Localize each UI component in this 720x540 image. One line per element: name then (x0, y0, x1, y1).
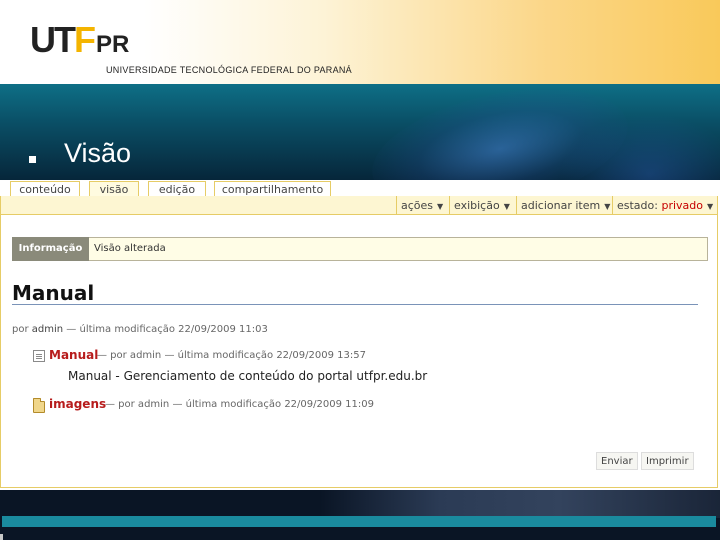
tab-edicao[interactable]: edição (148, 181, 206, 196)
byline-modified: — última modificação 22/09/2009 11:03 (66, 324, 268, 335)
estado-label: estado: (617, 199, 658, 212)
corner-mark (0, 534, 3, 540)
logo-f: F (74, 19, 96, 60)
author-link[interactable]: admin (32, 324, 63, 335)
tab-visao[interactable]: visão (89, 181, 139, 196)
adicionar-item-menu[interactable]: adicionar item ▼ (521, 199, 610, 213)
action-separator (516, 196, 517, 214)
chevron-down-icon: ▼ (503, 202, 510, 211)
info-label: Informação (12, 237, 89, 261)
info-message: Visão alterada (94, 243, 166, 254)
action-separator (396, 196, 397, 214)
university-name: UNIVERSIDADE TECNOLÓGICA FEDERAL DO PARA… (106, 65, 352, 75)
title-divider (12, 304, 698, 305)
action-separator (612, 196, 613, 214)
tab-compartilhamento[interactable]: compartilhamento (214, 181, 331, 196)
exibicao-label: exibição (454, 199, 500, 212)
page-icon (33, 350, 45, 362)
slide-title: Visão (64, 138, 132, 168)
acoes-menu[interactable]: ações ▼ (401, 199, 443, 213)
utfpr-logo[interactable]: UTFPR (30, 22, 129, 58)
adicionar-label: adicionar item (521, 199, 601, 212)
action-separator (449, 196, 450, 214)
chevron-down-icon: ▼ (437, 202, 444, 211)
bullet-icon (29, 156, 36, 163)
footer-stripe (2, 516, 716, 527)
tab-conteudo[interactable]: conteúdo (10, 181, 80, 196)
item-meta: — por admin — última modificação 22/09/2… (97, 350, 366, 361)
item-link-imagens[interactable]: imagens (49, 397, 106, 411)
footer-band (0, 490, 720, 540)
document-byline: por admin — última modificação 22/09/200… (12, 324, 268, 336)
estado-value: privado (661, 199, 704, 212)
logo-pr: PR (96, 31, 130, 58)
item-meta: — por admin — última modificação 22/09/2… (105, 399, 374, 410)
acoes-label: ações (401, 199, 434, 212)
exibicao-menu[interactable]: exibição ▼ (454, 199, 510, 213)
logo-ut: UT (30, 19, 76, 60)
page-title: Manual (12, 281, 95, 305)
chevron-down-icon: ▼ (604, 202, 611, 211)
footer-decoration (320, 490, 720, 518)
chevron-down-icon: ▼ (707, 202, 714, 211)
send-button[interactable]: Enviar (596, 452, 638, 470)
print-button[interactable]: Imprimir (641, 452, 694, 470)
byline-prefix: por (12, 324, 29, 335)
estado-menu[interactable]: estado: privado ▼ (617, 199, 713, 213)
item-description: Manual - Gerenciamento de conteúdo do po… (68, 369, 428, 383)
folder-icon (33, 398, 45, 413)
item-link-manual[interactable]: Manual (49, 348, 98, 362)
